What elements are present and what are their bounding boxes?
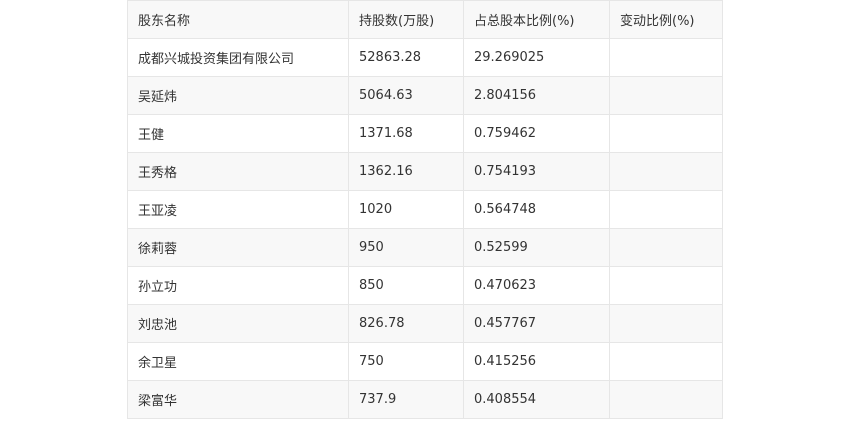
table-row: 孙立功 850 0.470623 [127, 266, 723, 305]
header-row: 股东名称 持股数(万股) 占总股本比例(%) 变动比例(%) [127, 0, 723, 39]
cell-shareholder-name: 吴延炜 [127, 76, 349, 115]
table-row: 徐莉蓉 950 0.52599 [127, 228, 723, 267]
table-row: 刘忠池 826.78 0.457767 [127, 304, 723, 343]
cell-change-ratio [609, 380, 723, 419]
cell-share-ratio: 0.754193 [463, 152, 610, 191]
header-shares-held: 持股数(万股) [348, 0, 464, 39]
cell-shareholder-name: 王秀格 [127, 152, 349, 191]
shareholder-table-container: 股东名称 持股数(万股) 占总股本比例(%) 变动比例(%) 成都兴城投资集团有… [127, 0, 723, 419]
cell-shareholder-name: 徐莉蓉 [127, 228, 349, 267]
cell-shares-held: 826.78 [348, 304, 464, 343]
cell-change-ratio [609, 76, 723, 115]
cell-change-ratio [609, 228, 723, 267]
table-row: 王健 1371.68 0.759462 [127, 114, 723, 153]
header-change-ratio: 变动比例(%) [609, 0, 723, 39]
cell-share-ratio: 0.759462 [463, 114, 610, 153]
cell-share-ratio: 2.804156 [463, 76, 610, 115]
cell-change-ratio [609, 342, 723, 381]
table-row: 余卫星 750 0.415256 [127, 342, 723, 381]
table-row: 梁富华 737.9 0.408554 [127, 380, 723, 419]
cell-shareholder-name: 王亚凌 [127, 190, 349, 229]
cell-shares-held: 1371.68 [348, 114, 464, 153]
cell-shares-held: 850 [348, 266, 464, 305]
table-body: 成都兴城投资集团有限公司 52863.28 29.269025 吴延炜 5064… [127, 38, 723, 419]
table-row: 吴延炜 5064.63 2.804156 [127, 76, 723, 115]
cell-shares-held: 5064.63 [348, 76, 464, 115]
header-shareholder-name: 股东名称 [127, 0, 349, 39]
cell-share-ratio: 29.269025 [463, 38, 610, 77]
cell-share-ratio: 0.457767 [463, 304, 610, 343]
cell-shares-held: 750 [348, 342, 464, 381]
cell-change-ratio [609, 152, 723, 191]
shareholder-table: 股东名称 持股数(万股) 占总股本比例(%) 变动比例(%) 成都兴城投资集团有… [127, 0, 723, 419]
cell-share-ratio: 0.52599 [463, 228, 610, 267]
cell-change-ratio [609, 304, 723, 343]
cell-change-ratio [609, 114, 723, 153]
cell-shareholder-name: 王健 [127, 114, 349, 153]
cell-shareholder-name: 梁富华 [127, 380, 349, 419]
cell-share-ratio: 0.470623 [463, 266, 610, 305]
cell-shares-held: 950 [348, 228, 464, 267]
table-header: 股东名称 持股数(万股) 占总股本比例(%) 变动比例(%) [127, 0, 723, 39]
cell-share-ratio: 0.415256 [463, 342, 610, 381]
header-share-ratio: 占总股本比例(%) [463, 0, 610, 39]
cell-shareholder-name: 成都兴城投资集团有限公司 [127, 38, 349, 77]
cell-change-ratio [609, 190, 723, 229]
cell-shareholder-name: 孙立功 [127, 266, 349, 305]
table-row: 王秀格 1362.16 0.754193 [127, 152, 723, 191]
table-row: 成都兴城投资集团有限公司 52863.28 29.269025 [127, 38, 723, 77]
cell-shareholder-name: 刘忠池 [127, 304, 349, 343]
cell-change-ratio [609, 38, 723, 77]
table-row: 王亚凌 1020 0.564748 [127, 190, 723, 229]
cell-share-ratio: 0.564748 [463, 190, 610, 229]
cell-shares-held: 1362.16 [348, 152, 464, 191]
cell-shares-held: 1020 [348, 190, 464, 229]
cell-shares-held: 737.9 [348, 380, 464, 419]
cell-change-ratio [609, 266, 723, 305]
cell-shareholder-name: 余卫星 [127, 342, 349, 381]
cell-share-ratio: 0.408554 [463, 380, 610, 419]
cell-shares-held: 52863.28 [348, 38, 464, 77]
